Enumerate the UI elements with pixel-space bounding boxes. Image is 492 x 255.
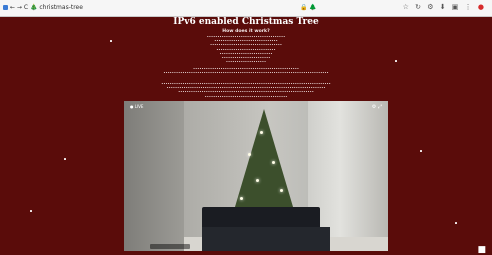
intro-section: How does it work? ••••••••••••••••••••••… <box>0 29 492 64</box>
video-controls[interactable] <box>150 244 190 249</box>
tree-light <box>248 153 251 156</box>
snowflake <box>455 222 457 224</box>
corner-badge: ■ <box>477 245 486 255</box>
video-scene-wall <box>124 101 184 251</box>
favicon-icon <box>3 5 8 10</box>
tree-light <box>280 189 283 192</box>
info-section: ••••••••••••••••••••••••••••••••••••••••… <box>0 67 492 75</box>
extension-icon[interactable]: ● <box>478 3 486 11</box>
toolbar-icons[interactable]: ☆ ↻ ⚙ ⬇ ▣ ⋮ ● <box>403 3 486 11</box>
tree-light <box>272 161 275 164</box>
text-line: ••••••••••••••••••• <box>225 60 267 65</box>
tab-title[interactable]: ← → C 🎄 christmas-tree <box>10 4 83 11</box>
details-section: ••••••••••••••••••••••••••••••••••••••••… <box>0 82 492 99</box>
browser-toolbar: ← → C 🎄 christmas-tree 🔒 🌲 ☆ ↻ ⚙ ⬇ ▣ ⋮ ● <box>0 0 492 17</box>
snowflake <box>395 60 397 62</box>
snowflake <box>30 210 32 212</box>
network-device <box>202 227 330 251</box>
text-line: ••••••••••••••••••••••••••••••••••••••••… <box>163 71 329 76</box>
address-bar[interactable]: 🔒 🌲 <box>300 4 317 11</box>
christmas-tree-image <box>232 109 296 217</box>
snowflake <box>420 150 422 152</box>
tree-light <box>256 179 259 182</box>
video-live-label: ● LIVE <box>130 104 144 109</box>
text-line: ••••••••••••••••••••••••••••••••••••••• <box>204 94 288 99</box>
snowflake <box>64 158 66 160</box>
page-title: IPv6 enabled Christmas Tree <box>173 17 319 27</box>
tree-light <box>240 197 243 200</box>
snowflake <box>110 40 112 42</box>
video-settings-icon[interactable]: ⚙ ⤢ <box>372 104 382 110</box>
tree-light <box>260 131 263 134</box>
toolbar-action-icons[interactable]: ☆ ↻ ⚙ ⬇ ▣ ⋮ <box>403 3 474 11</box>
livestream-video[interactable]: ● LIVE ⚙ ⤢ <box>124 101 388 251</box>
